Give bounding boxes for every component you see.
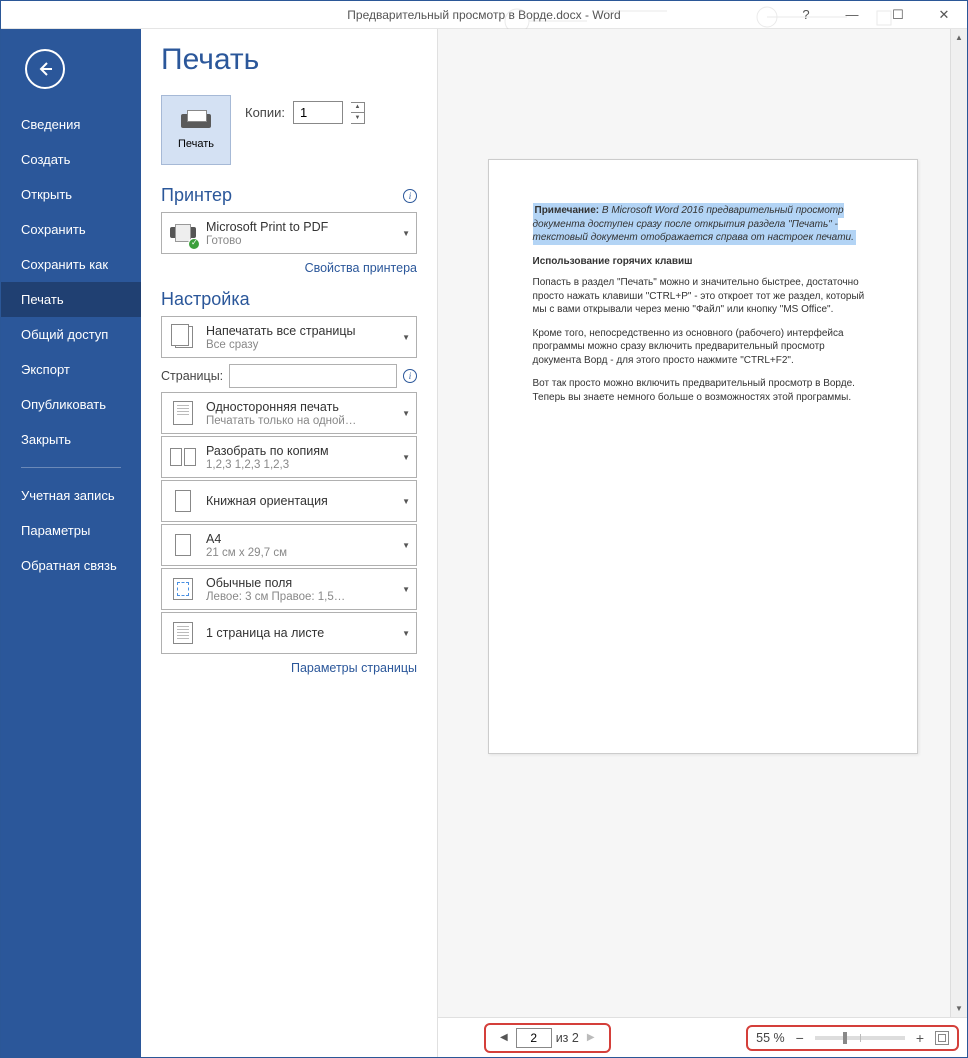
help-button[interactable]: ? [783, 1, 829, 28]
chevron-down-icon: ▼ [402, 497, 410, 506]
spinner-down-icon[interactable]: ▼ [351, 113, 364, 123]
prev-page-button[interactable]: ◀ [496, 1032, 512, 1043]
scroll-up-icon[interactable]: ▲ [951, 29, 967, 46]
page-navigator: ◀ из 2 ▶ [484, 1023, 611, 1053]
printer-properties-link[interactable]: Свойства принтера [305, 261, 417, 275]
arrow-left-icon [36, 60, 54, 78]
copies-label: Копии: [245, 105, 285, 120]
sidebar-item-open[interactable]: Открыть [1, 177, 141, 212]
current-page-input[interactable] [516, 1028, 552, 1048]
info-icon[interactable]: i [403, 369, 417, 383]
sidebar-item-feedback[interactable]: Обратная связь [1, 548, 141, 583]
collate-icon [170, 448, 196, 466]
orientation-dropdown[interactable]: Книжная ориентация ▼ [161, 480, 417, 522]
printer-section-title: Принтер i [161, 185, 417, 206]
per-sheet-icon [173, 622, 193, 644]
title-bar: Предварительный просмотр в Ворде.docx - … [1, 1, 967, 29]
ready-check-icon [188, 238, 200, 250]
sidebar-item-options[interactable]: Параметры [1, 513, 141, 548]
chevron-down-icon: ▼ [402, 629, 410, 638]
margins-dropdown[interactable]: Обычные поля Левое: 3 см Правое: 1,5… ▼ [161, 568, 417, 610]
print-button[interactable]: Печать [161, 95, 231, 165]
copies-spinner[interactable]: ▲▼ [351, 102, 365, 124]
print-panel: Печать Печать Копии: ▲▼ Принтер i Micros… [141, 29, 437, 1057]
sidebar-separator [21, 467, 121, 468]
sidebar-item-info[interactable]: Сведения [1, 107, 141, 142]
preview-page: Примечание: В Microsoft Word 2016 предва… [488, 159, 918, 754]
chevron-down-icon: ▼ [402, 409, 410, 418]
portrait-icon [175, 490, 191, 512]
minimize-button[interactable]: — [829, 1, 875, 28]
sidebar-item-export[interactable]: Экспорт [1, 352, 141, 387]
window-title: Предварительный просмотр в Ворде.docx - … [347, 8, 620, 22]
zoom-label: 55 % [756, 1031, 785, 1045]
chevron-down-icon: ▼ [402, 541, 410, 550]
pages-per-sheet-dropdown[interactable]: 1 страница на листе ▼ [161, 612, 417, 654]
sidebar-item-save[interactable]: Сохранить [1, 212, 141, 247]
page-setup-link[interactable]: Параметры страницы [291, 661, 417, 675]
sidebar-item-share[interactable]: Общий доступ [1, 317, 141, 352]
zoom-control: 55 % − + [746, 1025, 959, 1051]
chevron-down-icon: ▼ [402, 585, 410, 594]
sidebar-item-new[interactable]: Создать [1, 142, 141, 177]
pages-input[interactable] [229, 364, 397, 388]
sidebar-item-saveas[interactable]: Сохранить как [1, 247, 141, 282]
backstage-sidebar: Сведения Создать Открыть Сохранить Сохра… [1, 29, 141, 1057]
settings-section-title: Настройка [161, 289, 417, 310]
a4-icon [175, 534, 191, 556]
scroll-down-icon[interactable]: ▼ [951, 1000, 967, 1017]
chevron-down-icon: ▼ [402, 333, 410, 342]
next-page-button[interactable]: ▶ [583, 1032, 599, 1043]
sidebar-item-publish[interactable]: Опубликовать [1, 387, 141, 422]
fit-page-button[interactable] [935, 1031, 949, 1045]
copies-input[interactable] [293, 101, 343, 124]
maximize-button[interactable]: ☐ [875, 1, 921, 28]
preview-scroll[interactable]: Примечание: В Microsoft Word 2016 предва… [438, 29, 967, 1017]
zoom-slider[interactable] [815, 1036, 905, 1040]
margins-icon [173, 578, 193, 600]
zoom-out-button[interactable]: − [793, 1030, 807, 1046]
pages-label: Страницы: [161, 369, 223, 383]
zoom-in-button[interactable]: + [913, 1030, 927, 1046]
papersize-dropdown[interactable]: A4 21 см x 29,7 см ▼ [161, 524, 417, 566]
preview-status-bar: ◀ из 2 ▶ 55 % − + [438, 1017, 967, 1057]
back-button[interactable] [25, 49, 65, 89]
page-total-label: из 2 [556, 1031, 579, 1045]
close-button[interactable]: ✕ [921, 1, 967, 28]
print-range-dropdown[interactable]: Напечатать все страницы Все сразу ▼ [161, 316, 417, 358]
printer-dropdown[interactable]: Microsoft Print to PDF Готово ▼ [161, 212, 417, 254]
single-side-icon [173, 401, 193, 425]
vertical-scrollbar[interactable]: ▲ ▼ [950, 29, 967, 1017]
print-heading: Печать [161, 43, 417, 77]
chevron-down-icon: ▼ [402, 453, 410, 462]
sidebar-item-account[interactable]: Учетная запись [1, 478, 141, 513]
preview-area: Примечание: В Microsoft Word 2016 предва… [437, 29, 967, 1057]
sides-dropdown[interactable]: Односторонняя печать Печатать только на … [161, 392, 417, 434]
sidebar-item-close[interactable]: Закрыть [1, 422, 141, 457]
chevron-down-icon: ▼ [402, 229, 410, 238]
pages-icon [171, 324, 195, 350]
printer-icon [181, 110, 211, 134]
info-icon[interactable]: i [403, 189, 417, 203]
collate-dropdown[interactable]: Разобрать по копиям 1,2,3 1,2,3 1,2,3 ▼ [161, 436, 417, 478]
sidebar-item-print[interactable]: Печать [1, 282, 141, 317]
spinner-up-icon[interactable]: ▲ [351, 103, 364, 113]
